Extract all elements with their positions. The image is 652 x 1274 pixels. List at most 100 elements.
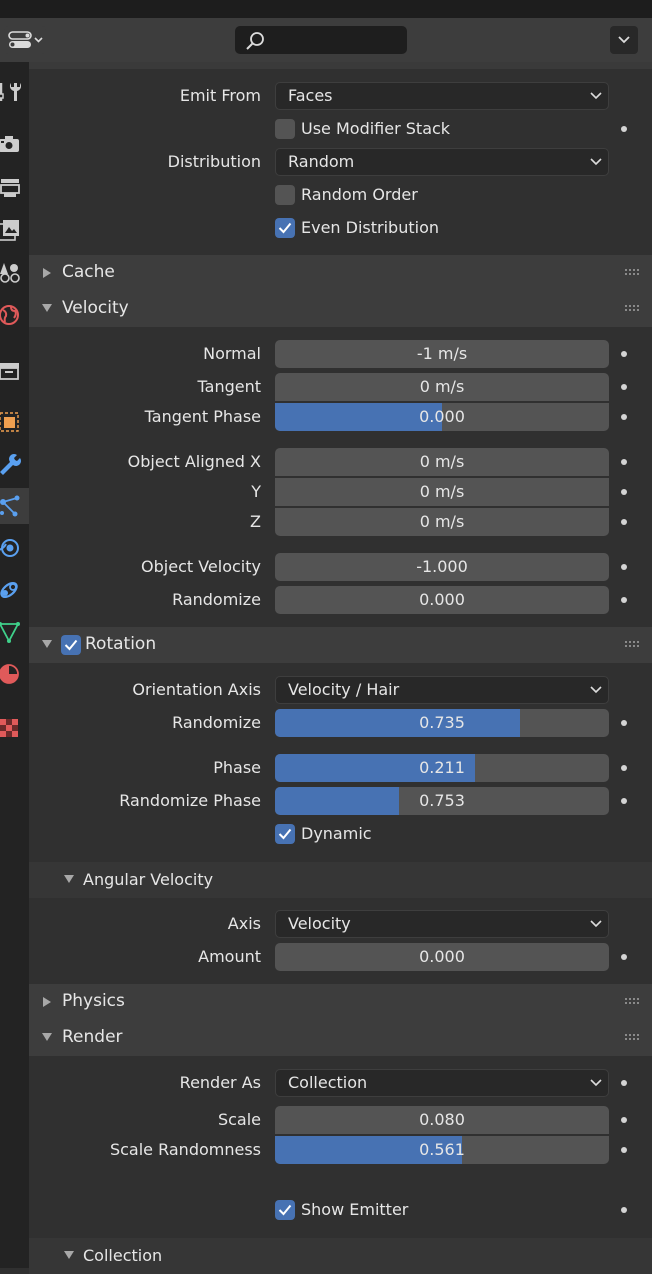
checkbox-box[interactable] — [275, 119, 295, 139]
keyframe-dot-icon[interactable] — [621, 720, 627, 726]
tab-material[interactable] — [0, 656, 29, 692]
keyframe-dot-icon[interactable] — [621, 798, 627, 804]
keyframe-dot-icon[interactable] — [621, 351, 627, 357]
editor-type-button[interactable] — [4, 26, 46, 54]
tab-collection[interactable] — [0, 352, 29, 388]
checkbox-box[interactable] — [275, 218, 295, 238]
drag-grip-icon[interactable] — [625, 269, 641, 277]
object-aligned-y-field[interactable]: 0 m/s — [275, 478, 609, 506]
scale-randomness-slider[interactable]: 0.561 — [275, 1136, 609, 1164]
expanded-arrow-icon — [42, 640, 52, 648]
keyframe-dot-icon[interactable] — [621, 597, 627, 603]
render-as-dropdown[interactable]: Collection — [275, 1069, 609, 1097]
drag-grip-icon[interactable] — [625, 641, 641, 649]
tangent-phase-slider[interactable]: 0.000 — [275, 403, 609, 431]
keyframe-dot-icon[interactable] — [621, 414, 627, 420]
panel-header-rotation[interactable]: Rotation — [29, 627, 652, 663]
scale-field[interactable]: 0.080 — [275, 1106, 609, 1134]
tab-constraints[interactable] — [0, 572, 29, 608]
emit-from-dropdown[interactable]: Faces — [275, 82, 609, 110]
checkbox-box[interactable] — [275, 1200, 295, 1220]
keyframe-dot-icon[interactable] — [621, 954, 627, 960]
properties-content: Emit From Faces Use Modifier Stack Distr… — [29, 62, 652, 1274]
tab-scene[interactable] — [0, 254, 29, 290]
panel-title-velocity: Velocity — [62, 298, 129, 318]
tab-view-layer[interactable] — [0, 212, 29, 248]
rotation-randomize-slider[interactable]: 0.735 — [275, 709, 609, 737]
tab-data[interactable] — [0, 614, 29, 650]
data-icon — [0, 622, 20, 643]
keyframe-dot-icon[interactable] — [621, 459, 627, 465]
orientation-axis-dropdown[interactable]: Velocity / Hair — [275, 676, 609, 704]
chevron-down-icon — [590, 92, 602, 100]
constraints-icon — [0, 581, 18, 599]
checkbox-box[interactable] — [275, 185, 295, 205]
checkbox-box[interactable] — [275, 824, 295, 844]
drag-grip-icon[interactable] — [625, 1034, 641, 1042]
subpanel-header-angular-velocity[interactable]: Angular Velocity — [29, 862, 652, 898]
emit-from-label: Emit From — [179, 86, 261, 105]
tab-particles[interactable] — [0, 488, 29, 524]
particles-icon — [0, 495, 20, 517]
panel-header-render[interactable]: Render — [29, 1020, 652, 1056]
tab-modifiers[interactable] — [0, 446, 29, 482]
options-menu-button[interactable] — [610, 26, 638, 54]
object-aligned-x-field[interactable]: 0 m/s — [275, 448, 609, 476]
tangent-label: Tangent — [197, 377, 261, 396]
tangent-field[interactable]: 0 m/s — [275, 373, 609, 401]
keyframe-dot-icon[interactable] — [621, 765, 627, 771]
panel-title-physics: Physics — [62, 991, 125, 1011]
random-order-label: Random Order — [301, 185, 418, 204]
angular-amount-field[interactable]: 0.000 — [275, 943, 609, 971]
normal-field[interactable]: -1 m/s — [275, 340, 609, 368]
object-aligned-x-label: Object Aligned X — [127, 452, 261, 471]
keyframe-dot-icon[interactable] — [621, 564, 627, 570]
subpanel-header-collection[interactable]: Collection — [29, 1238, 652, 1274]
velocity-randomize-field[interactable]: 0.000 — [275, 586, 609, 614]
tab-render[interactable] — [0, 126, 29, 162]
keyframe-dot-icon[interactable] — [621, 384, 627, 390]
material-icon — [0, 664, 19, 684]
panel-header-physics[interactable]: Physics — [29, 984, 652, 1020]
distribution-dropdown[interactable]: Random — [275, 148, 609, 176]
drag-grip-icon[interactable] — [625, 305, 641, 313]
scale-randomness-value: 0.561 — [419, 1140, 465, 1159]
panel-title-cache: Cache — [62, 262, 115, 282]
tab-output[interactable] — [0, 170, 29, 206]
keyframe-dot-icon[interactable] — [621, 519, 627, 525]
tangent-phase-value: 0.000 — [419, 407, 465, 426]
modifier-icon — [0, 454, 21, 475]
tab-texture[interactable] — [0, 710, 29, 746]
keyframe-dot-icon[interactable] — [621, 489, 627, 495]
object-aligned-y-value: 0 m/s — [419, 482, 465, 501]
tab-tool[interactable] — [0, 74, 29, 110]
expanded-arrow-icon — [42, 1033, 52, 1041]
keyframe-dot-icon[interactable] — [621, 1207, 627, 1213]
panel-header-cache[interactable]: Cache — [29, 255, 652, 291]
tab-object[interactable] — [0, 404, 29, 440]
keyframe-dot-icon[interactable] — [621, 1147, 627, 1153]
randomize-phase-slider[interactable]: 0.753 — [275, 787, 609, 815]
properties-header — [0, 18, 652, 62]
angular-axis-dropdown[interactable]: Velocity — [275, 910, 609, 938]
keyframe-dot-icon[interactable] — [621, 126, 627, 132]
chevron-down-icon — [590, 686, 602, 694]
search-input[interactable] — [235, 26, 407, 54]
panel-top-strip — [29, 62, 652, 69]
object-aligned-z-field[interactable]: 0 m/s — [275, 508, 609, 536]
rotation-enable-checkbox[interactable] — [61, 635, 81, 655]
phase-slider[interactable]: 0.211 — [275, 754, 609, 782]
panel-header-velocity[interactable]: Velocity — [29, 291, 652, 327]
render-icon — [0, 136, 19, 152]
tab-physics[interactable] — [0, 530, 29, 566]
object-velocity-field[interactable]: -1.000 — [275, 553, 609, 581]
texture-icon — [0, 719, 18, 737]
object-aligned-y-label: Y — [251, 482, 261, 501]
drag-grip-icon[interactable] — [625, 998, 641, 1006]
object-velocity-label: Object Velocity — [141, 557, 261, 576]
tab-world[interactable] — [0, 296, 29, 332]
expanded-arrow-icon — [64, 875, 74, 883]
subpanel-title-collection: Collection — [83, 1246, 163, 1265]
keyframe-dot-icon[interactable] — [621, 1080, 627, 1086]
keyframe-dot-icon[interactable] — [621, 1117, 627, 1123]
